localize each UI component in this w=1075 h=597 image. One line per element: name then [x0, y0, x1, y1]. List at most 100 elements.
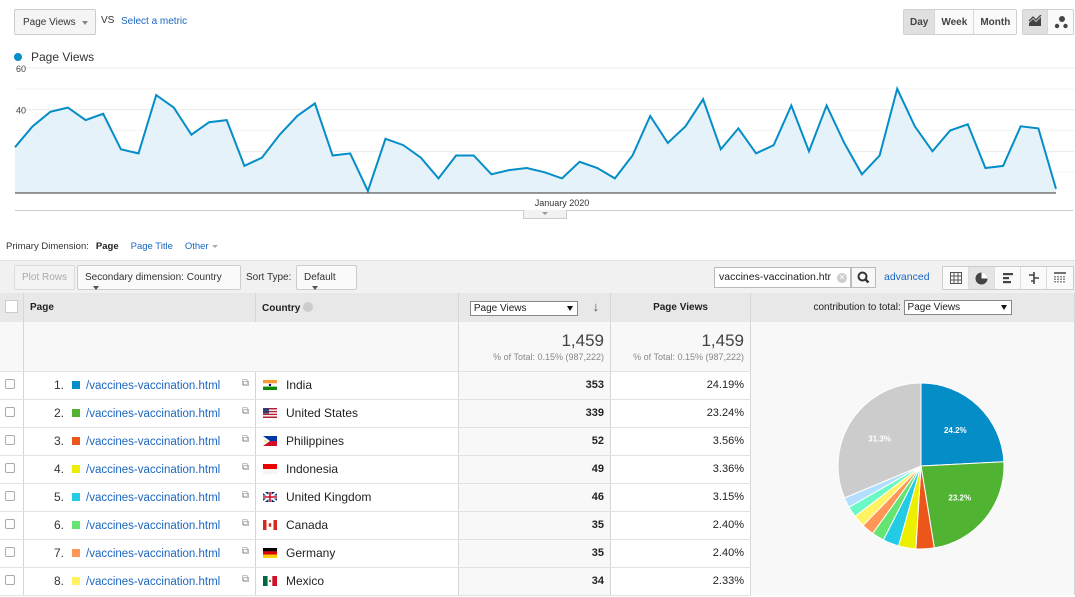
- data-point[interactable]: [859, 171, 865, 177]
- page-column-header[interactable]: Page: [23, 293, 256, 322]
- data-point[interactable]: [594, 165, 600, 171]
- page-link[interactable]: /vaccines-vaccination.html: [86, 492, 220, 504]
- page-link[interactable]: /vaccines-vaccination.html: [86, 464, 220, 476]
- data-point[interactable]: [224, 117, 230, 123]
- plot-rows-button[interactable]: Plot Rows: [14, 265, 76, 290]
- day-button[interactable]: Day: [904, 10, 936, 34]
- row-checkbox[interactable]: [5, 491, 15, 501]
- percentage-view-button[interactable]: [969, 267, 995, 289]
- data-point[interactable]: [435, 175, 441, 181]
- data-point[interactable]: [153, 92, 159, 98]
- page-link[interactable]: /vaccines-vaccination.html: [86, 436, 220, 448]
- data-point[interactable]: [206, 119, 212, 125]
- data-point[interactable]: [665, 140, 671, 146]
- data-point[interactable]: [647, 113, 653, 119]
- data-point[interactable]: [453, 153, 459, 159]
- data-point[interactable]: [65, 105, 71, 111]
- metric-select[interactable]: Page Views: [14, 9, 96, 35]
- data-point[interactable]: [735, 125, 741, 131]
- week-button[interactable]: Week: [935, 10, 975, 34]
- performance-view-button[interactable]: [995, 267, 1021, 289]
- data-point[interactable]: [700, 96, 706, 102]
- pivot-view-button[interactable]: [1047, 267, 1073, 289]
- data-point[interactable]: [630, 153, 636, 159]
- data-point[interactable]: [400, 142, 406, 148]
- row-checkbox[interactable]: [5, 407, 15, 417]
- contribution-metric-select[interactable]: Page Views: [903, 300, 1012, 315]
- page-link[interactable]: /vaccines-vaccination.html: [86, 576, 220, 588]
- data-point[interactable]: [877, 153, 883, 159]
- line-chart-button[interactable]: [1023, 10, 1048, 34]
- data-point[interactable]: [753, 150, 759, 156]
- external-link-icon[interactable]: ⧉: [242, 518, 249, 529]
- external-link-icon[interactable]: ⧉: [242, 462, 249, 473]
- select-all-checkbox[interactable]: [5, 299, 18, 313]
- data-point[interactable]: [929, 148, 935, 154]
- data-point[interactable]: [894, 86, 900, 92]
- data-point[interactable]: [347, 150, 353, 156]
- external-link-icon[interactable]: ⧉: [242, 490, 249, 501]
- data-point[interactable]: [418, 155, 424, 161]
- data-point[interactable]: [471, 153, 477, 159]
- external-link-icon[interactable]: ⧉: [242, 546, 249, 557]
- data-point[interactable]: [524, 165, 530, 171]
- data-point[interactable]: [312, 100, 318, 106]
- sort-type-select[interactable]: Default: [296, 265, 357, 291]
- page-views-column-header[interactable]: Page Views: [610, 293, 751, 322]
- row-checkbox[interactable]: [5, 575, 15, 585]
- country-column-header[interactable]: Country: [255, 293, 459, 322]
- external-link-icon[interactable]: ⧉: [242, 434, 249, 445]
- row-checkbox[interactable]: [5, 463, 15, 473]
- data-point[interactable]: [171, 105, 177, 111]
- data-point[interactable]: [682, 123, 688, 129]
- data-point[interactable]: [806, 148, 812, 154]
- metric-column-select[interactable]: Page Views: [469, 301, 578, 316]
- row-checkbox[interactable]: [5, 547, 15, 557]
- external-link-icon[interactable]: ⧉: [242, 378, 249, 389]
- dimension-page-title[interactable]: Page Title: [131, 241, 173, 252]
- data-point[interactable]: [1053, 186, 1059, 192]
- data-point[interactable]: [982, 165, 988, 171]
- month-button[interactable]: Month: [974, 10, 1017, 34]
- data-point[interactable]: [1018, 123, 1024, 129]
- clear-search-icon[interactable]: ✕: [837, 273, 847, 283]
- data-point[interactable]: [947, 128, 953, 134]
- advanced-filter-link[interactable]: advanced: [884, 271, 930, 283]
- motion-chart-button[interactable]: [1048, 10, 1073, 34]
- data-point[interactable]: [277, 132, 283, 138]
- table-filter-input[interactable]: vaccines-vaccination.htr: [714, 267, 851, 288]
- data-point[interactable]: [330, 153, 336, 159]
- row-checkbox[interactable]: [5, 435, 15, 445]
- data-point[interactable]: [577, 159, 583, 165]
- data-point[interactable]: [83, 117, 89, 123]
- data-point[interactable]: [771, 142, 777, 148]
- data-view-button[interactable]: [943, 267, 969, 289]
- data-point[interactable]: [259, 155, 265, 161]
- data-point[interactable]: [118, 146, 124, 152]
- secondary-dimension-select[interactable]: Secondary dimension: Country: [77, 265, 241, 291]
- pie-slice[interactable]: [920, 461, 1005, 549]
- data-point[interactable]: [612, 175, 618, 181]
- dimension-page[interactable]: Page: [96, 241, 119, 252]
- data-point[interactable]: [788, 103, 794, 109]
- sort-descending-icon[interactable]: ↓: [593, 299, 600, 314]
- dimension-other[interactable]: Other: [185, 241, 218, 252]
- page-link[interactable]: /vaccines-vaccination.html: [86, 408, 220, 420]
- data-point[interactable]: [559, 175, 565, 181]
- page-link[interactable]: /vaccines-vaccination.html: [86, 380, 220, 392]
- external-link-icon[interactable]: ⧉: [242, 406, 249, 417]
- data-point[interactable]: [383, 136, 389, 142]
- data-point[interactable]: [841, 140, 847, 146]
- data-point[interactable]: [488, 171, 494, 177]
- data-point[interactable]: [541, 169, 547, 175]
- pie-slice[interactable]: [920, 382, 1005, 467]
- data-point[interactable]: [241, 163, 247, 169]
- search-button[interactable]: [851, 267, 876, 288]
- page-link[interactable]: /vaccines-vaccination.html: [86, 520, 220, 532]
- data-point[interactable]: [912, 123, 918, 129]
- page-link[interactable]: /vaccines-vaccination.html: [86, 548, 220, 560]
- data-point[interactable]: [718, 146, 724, 152]
- comparison-view-button[interactable]: [1021, 267, 1047, 289]
- data-point[interactable]: [188, 132, 194, 138]
- select-metric-link[interactable]: Select a metric: [121, 16, 187, 27]
